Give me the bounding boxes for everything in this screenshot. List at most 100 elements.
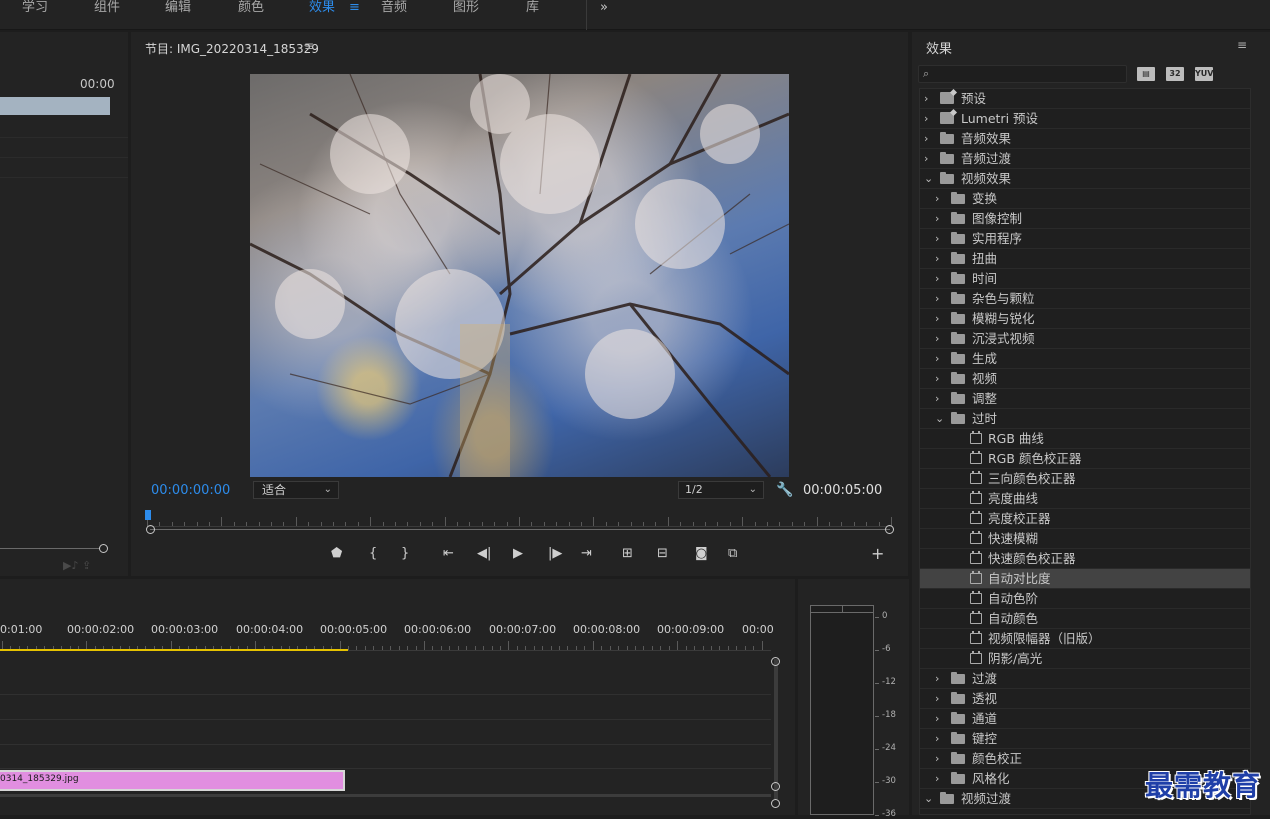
panel-menu-icon[interactable]: ≡ (304, 39, 314, 53)
effect-item[interactable]: 快速颜色校正器 (920, 549, 1250, 569)
chevron-down-icon[interactable]: ⌄ (924, 169, 933, 188)
chevron-right-icon[interactable]: › (924, 129, 928, 148)
workspace-tab-color[interactable]: 颜色 (238, 0, 264, 18)
effect-item[interactable]: 自动颜色 (920, 609, 1250, 629)
source-scrub-end-handle[interactable] (99, 544, 108, 553)
chevron-down-icon[interactable]: ⌄ (935, 409, 944, 428)
hamburger-icon[interactable]: ≡ (349, 0, 360, 15)
horizontal-scroll-handle[interactable] (771, 799, 780, 808)
effects-folder[interactable]: › 实用程序 (920, 229, 1250, 249)
chevron-down-icon[interactable]: ⌄ (924, 789, 933, 808)
chevron-right-icon[interactable]: › (924, 149, 928, 168)
chevron-right-icon[interactable]: › (935, 389, 939, 408)
chevron-right-icon[interactable]: › (924, 89, 928, 108)
effects-folder[interactable]: ⌄ 视频效果 (920, 169, 1250, 189)
comparison-view-icon[interactable]: ⧉ (728, 546, 737, 561)
chevron-right-icon[interactable]: › (935, 269, 939, 288)
effect-item[interactable]: 三向颜色校正器 (920, 469, 1250, 489)
chevron-right-icon[interactable]: › (924, 109, 928, 128)
effects-panel-title[interactable]: 效果 (926, 38, 952, 57)
lift-icon[interactable]: ⊞ (622, 546, 633, 561)
go-to-out-icon[interactable]: ⇥ (581, 546, 592, 561)
work-area-bar[interactable] (0, 649, 348, 651)
effects-folder[interactable]: › 沉浸式视频 (920, 329, 1250, 349)
effects-folder[interactable]: › 图像控制 (920, 209, 1250, 229)
workspace-tab-effects[interactable]: 效果 (309, 0, 335, 18)
effects-folder[interactable]: › 调整 (920, 389, 1250, 409)
program-scrubber[interactable] (150, 529, 890, 530)
effects-folder[interactable]: › 杂色与颗粒 (920, 289, 1250, 309)
effects-folder[interactable]: › 模糊与锐化 (920, 309, 1250, 329)
source-clip-bar[interactable] (0, 97, 110, 115)
playhead[interactable] (145, 510, 151, 520)
effects-folder[interactable]: › 透视 (920, 689, 1250, 709)
workspace-tab-learn[interactable]: 学习 (22, 0, 48, 18)
effect-item[interactable]: RGB 颜色校正器 (920, 449, 1250, 469)
source-scrubber[interactable] (0, 548, 100, 549)
effect-item[interactable]: 阴影/高光 (920, 649, 1250, 669)
chevron-right-icon[interactable]: › (935, 289, 939, 308)
wrench-icon[interactable]: 🔧 (776, 482, 793, 498)
chevron-right-icon[interactable]: › (935, 349, 939, 368)
chevron-right-icon[interactable]: › (935, 189, 939, 208)
effects-folder[interactable]: › 通道 (920, 709, 1250, 729)
workspace-tab-editing[interactable]: 编辑 (165, 0, 191, 18)
32bit-filter-button[interactable]: 32 (1166, 67, 1184, 81)
effect-item[interactable]: 快速模糊 (920, 529, 1250, 549)
chevron-right-icon[interactable]: › (935, 669, 939, 688)
program-time-ruler[interactable] (147, 509, 892, 527)
effect-item[interactable]: 亮度曲线 (920, 489, 1250, 509)
effects-folder[interactable]: › 扭曲 (920, 249, 1250, 269)
mark-out-icon[interactable]: } (401, 546, 409, 561)
chevron-right-icon[interactable]: › (935, 749, 939, 768)
chevron-right-icon[interactable]: › (935, 769, 939, 788)
add-marker-icon[interactable]: ⬟ (331, 546, 342, 561)
extract-icon[interactable]: ⊟ (657, 546, 668, 561)
scroll-handle-top[interactable] (771, 657, 780, 666)
effect-item[interactable]: 自动色阶 (920, 589, 1250, 609)
effects-folder[interactable]: › 生成 (920, 349, 1250, 369)
vertical-scrollbar[interactable] (774, 659, 778, 799)
mark-in-icon[interactable]: { (369, 546, 377, 561)
panel-menu-icon[interactable]: ≡ (1237, 38, 1247, 52)
effect-item[interactable]: 亮度校正器 (920, 509, 1250, 529)
chevron-right-icon[interactable]: › (935, 329, 939, 348)
scrub-start-handle[interactable] (146, 525, 155, 534)
effects-folder[interactable]: › Lumetri 预设 (920, 109, 1250, 129)
export-icon[interactable]: ▶♪ ⇪ (63, 559, 91, 572)
effect-item[interactable]: 自动对比度 (920, 569, 1250, 589)
effects-folder[interactable]: ⌄ 过时 (920, 409, 1250, 429)
chevron-right-icon[interactable]: › (935, 309, 939, 328)
step-back-icon[interactable]: ◀| (477, 546, 491, 561)
chevron-right-icon[interactable]: › (935, 729, 939, 748)
effects-search-input[interactable]: ⌕ (918, 65, 1127, 83)
chevron-right-icon[interactable]: › (935, 369, 939, 388)
yuv-filter-button[interactable]: YUV (1195, 67, 1213, 81)
camera-icon[interactable]: ◙ (695, 546, 708, 561)
effects-folder[interactable]: › 音频过渡 (920, 149, 1250, 169)
chevron-right-icon[interactable]: › (935, 709, 939, 728)
zoom-level-dropdown[interactable]: 适合 ⌄ (253, 481, 339, 499)
go-to-in-icon[interactable]: ⇤ (443, 546, 454, 561)
workspace-tab-libraries[interactable]: 库 (526, 0, 539, 18)
effects-folder[interactable]: › 过渡 (920, 669, 1250, 689)
timeline-clip[interactable]: 0314_185329.jpg (0, 770, 345, 791)
effect-item[interactable]: 视频限幅器（旧版） (920, 629, 1250, 649)
effect-item[interactable]: RGB 曲线 (920, 429, 1250, 449)
chevron-right-icon[interactable]: › (935, 689, 939, 708)
effects-folder[interactable]: › 变换 (920, 189, 1250, 209)
effects-folder[interactable]: › 预设 (920, 89, 1250, 109)
scrub-end-handle[interactable] (885, 525, 894, 534)
current-timecode[interactable]: 00:00:00:00 (151, 483, 230, 498)
effects-folder[interactable]: › 视频 (920, 369, 1250, 389)
add-button-icon[interactable]: + (871, 544, 884, 563)
step-forward-icon[interactable]: |▶ (548, 546, 562, 561)
workspace-tab-audio[interactable]: 音频 (381, 0, 407, 18)
accelerated-effects-filter-icon[interactable]: ▤ (1137, 67, 1155, 81)
effects-folder[interactable]: › 键控 (920, 729, 1250, 749)
chevron-right-icon[interactable]: › (935, 209, 939, 228)
program-title[interactable]: 节目: IMG_20220314_185329 (145, 40, 319, 57)
scroll-handle-bottom[interactable] (771, 782, 780, 791)
workspace-tab-graphics[interactable]: 图形 (453, 0, 479, 18)
chevron-right-icon[interactable]: › (935, 229, 939, 248)
